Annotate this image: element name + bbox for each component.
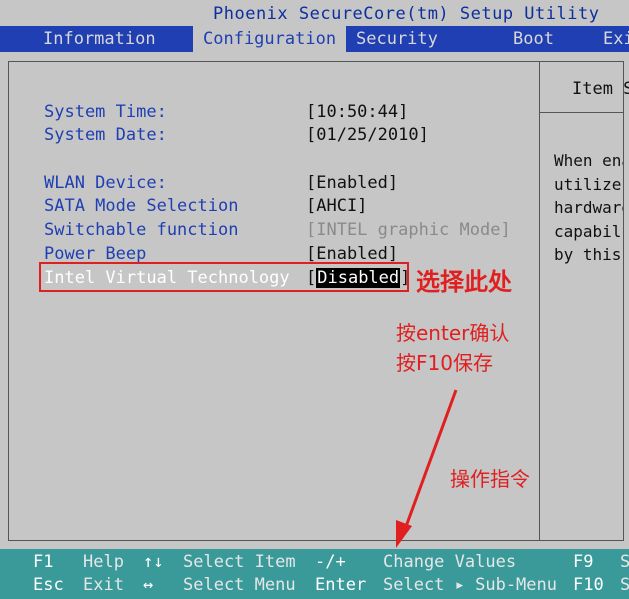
highlight-box	[39, 262, 409, 292]
key-f10: F10	[573, 575, 604, 595]
setting-label: Power Beep	[44, 244, 147, 264]
key-esc: Esc	[33, 575, 64, 595]
help-line: When ena	[554, 151, 623, 170]
app-title: Phoenix SecureCore(tm) Setup Utility	[213, 4, 600, 24]
menu-information[interactable]: Information	[33, 26, 166, 52]
menu-exit[interactable]: Exi	[593, 26, 629, 52]
setting-system-date[interactable]: System Date: [01/25/2010]	[44, 124, 429, 146]
annotation-select-here: 选择此处	[416, 268, 512, 296]
title-bar: Phoenix SecureCore(tm) Setup Utility	[0, 0, 629, 26]
menu-security[interactable]: Security	[346, 26, 448, 52]
setting-switchable-function[interactable]: Switchable function [INTEL graphic Mode]	[44, 219, 511, 241]
menu-configuration[interactable]: Configuration	[193, 26, 347, 52]
settings-panel: Item S When ena utilize hardware capabil…	[8, 61, 629, 541]
key-desc: Exit	[83, 575, 124, 595]
panel-divider	[539, 62, 540, 540]
key-desc: Help	[83, 552, 124, 572]
setting-label: System Time:	[44, 102, 167, 122]
key-desc: Select ▸ Sub-Menu	[383, 575, 557, 595]
setting-value[interactable]: [01/25/2010]	[306, 124, 429, 146]
help-line: by this	[554, 245, 622, 264]
menu-boot[interactable]: Boot	[503, 26, 564, 52]
key-updown: ↑↓	[143, 552, 164, 572]
key-desc: Select Item	[183, 552, 296, 572]
help-title: Item S	[572, 79, 629, 99]
help-line: utilize	[554, 174, 622, 194]
key-help-bar: F1 Help ↑↓ Select Item -/+ Change Values…	[0, 549, 629, 599]
setting-value[interactable]: [AHCI]	[306, 195, 367, 217]
key-f9: F9	[573, 552, 594, 572]
key-desc: Change Values	[383, 552, 517, 572]
key-f1: F1	[33, 552, 54, 572]
help-line: hardware	[554, 198, 623, 217]
annotation-press-enter: 按enter确认	[396, 321, 510, 345]
setting-label: Switchable function	[44, 220, 239, 240]
bios-screen: Phoenix SecureCore(tm) Setup Utility Inf…	[0, 0, 629, 599]
setting-label: WLAN Device:	[44, 173, 167, 193]
arrow-icon	[396, 389, 458, 548]
key-enter: Enter	[315, 575, 367, 595]
key-leftright: ↔	[143, 575, 154, 595]
setting-system-time[interactable]: System Time: [10:50:44]	[44, 101, 408, 123]
key-desc: S	[620, 552, 629, 572]
setting-wlan-device[interactable]: WLAN Device: [Enabled]	[44, 172, 398, 194]
help-line: capabil	[554, 221, 622, 241]
setting-value: [INTEL graphic Mode]	[306, 220, 511, 240]
key-desc: Select Menu	[183, 575, 296, 595]
annotation-press-f10: 按F10保存	[396, 351, 493, 375]
setting-sata-mode[interactable]: SATA Mode Selection [AHCI]	[44, 195, 367, 217]
help-separator	[540, 112, 623, 113]
setting-label: System Date:	[44, 125, 167, 145]
key-desc: S	[620, 575, 629, 595]
key-minus-plus: -/+	[315, 552, 346, 572]
help-text: When ena utilize hardware capabil by thi…	[554, 149, 623, 267]
setting-value[interactable]: [10:50:44]	[306, 101, 408, 123]
setting-label: SATA Mode Selection	[44, 196, 239, 216]
menu-bar: Information Configuration Security Boot …	[0, 26, 629, 52]
setting-value[interactable]: [Enabled]	[306, 172, 398, 194]
